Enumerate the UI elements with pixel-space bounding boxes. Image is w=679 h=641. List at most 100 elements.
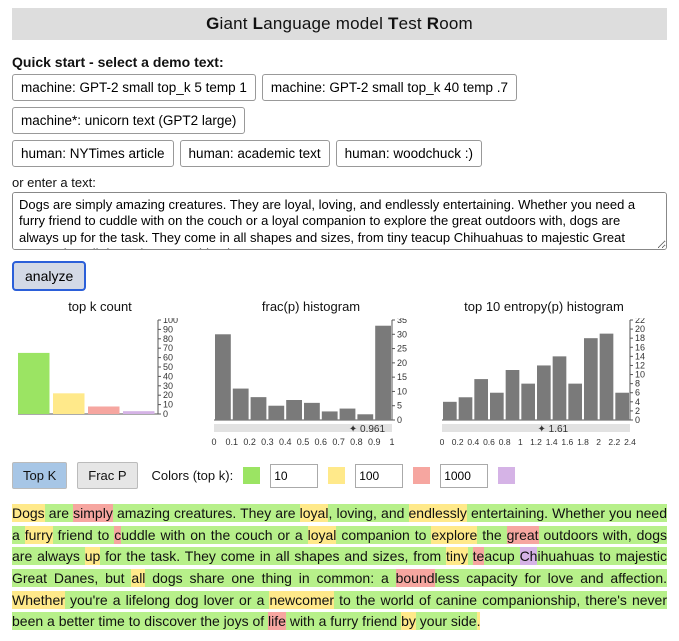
demo-button[interactable]: human: academic text <box>180 140 330 167</box>
token[interactable]: te <box>473 547 485 565</box>
token[interactable]: with a furry friend <box>286 612 401 630</box>
demo-button[interactable]: human: NYTimes article <box>12 140 174 167</box>
token[interactable]: loving, and <box>332 504 408 522</box>
token[interactable]: you're a lifelong dog lover or a <box>65 591 270 609</box>
token[interactable]: dogs share one thing in common: a <box>145 569 395 587</box>
tab-fracp[interactable]: Frac P <box>77 462 137 489</box>
chart-topk: top k count 0102030405060708090100 <box>12 299 188 422</box>
app-title: Giant Language model Test Room <box>12 8 667 40</box>
quick-start-label: Quick start - select a demo text: <box>12 54 667 70</box>
token[interactable]: loyal <box>300 504 329 522</box>
svg-text:0: 0 <box>397 415 402 425</box>
highlighted-text: Dogs are simply amazing creatures. They … <box>12 503 667 633</box>
token[interactable]: up <box>85 547 101 565</box>
svg-text:10: 10 <box>635 370 645 380</box>
demo-buttons-row: human: NYTimes article human: academic t… <box>12 140 667 167</box>
svg-text:12: 12 <box>635 360 645 370</box>
svg-text:90: 90 <box>163 324 173 334</box>
svg-text:1: 1 <box>518 437 523 447</box>
demo-button[interactable]: machine: GPT-2 small top_k 5 temp 1 <box>12 74 256 101</box>
token[interactable]: explore <box>431 526 477 544</box>
svg-text:2: 2 <box>596 437 601 447</box>
token[interactable]: for the task <box>100 547 176 565</box>
svg-text:1: 1 <box>389 437 394 447</box>
token[interactable]: friend to <box>53 526 115 544</box>
svg-text:10: 10 <box>397 386 407 396</box>
svg-text:15: 15 <box>397 372 407 382</box>
svg-text:50: 50 <box>163 362 173 372</box>
token[interactable]: tiny <box>446 547 468 565</box>
svg-text:✦ 1.61: ✦ 1.61 <box>537 424 568 435</box>
token[interactable]: Whether <box>12 591 65 609</box>
token[interactable]: furry <box>25 526 53 544</box>
token[interactable]: your side <box>416 612 477 630</box>
svg-text:10: 10 <box>163 400 173 410</box>
chart-title: top k count <box>68 299 132 314</box>
svg-text:20: 20 <box>163 390 173 400</box>
colors-label: Colors (top k): <box>152 468 234 483</box>
token[interactable]: great <box>507 526 539 544</box>
token[interactable]: life <box>268 612 286 630</box>
svg-text:8: 8 <box>635 379 640 389</box>
token[interactable]: acup <box>484 547 519 565</box>
svg-text:0: 0 <box>440 437 445 447</box>
token[interactable]: companion to <box>336 526 431 544</box>
token[interactable]: endlessly <box>409 504 467 522</box>
svg-text:30: 30 <box>397 329 407 339</box>
svg-text:2.4: 2.4 <box>624 437 636 447</box>
chart-title: frac(p) histogram <box>262 299 360 314</box>
svg-text:25: 25 <box>397 344 407 354</box>
token[interactable]: less capacity for love and affection. <box>435 569 667 587</box>
swatch-purple <box>498 467 515 484</box>
token[interactable]: entertaining <box>467 504 544 522</box>
svg-text:0.8: 0.8 <box>499 437 511 447</box>
analyze-button[interactable]: analyze <box>12 261 86 291</box>
token[interactable]: . They come in all shapes and sizes, fro… <box>176 547 446 565</box>
svg-text:0.4: 0.4 <box>279 437 292 447</box>
token[interactable]: the <box>477 526 506 544</box>
demo-button[interactable]: machine*: unicorn text (GPT2 large) <box>12 107 245 134</box>
token[interactable]: Ch <box>520 547 538 565</box>
token[interactable]: . <box>477 612 481 630</box>
svg-text:0: 0 <box>211 437 216 447</box>
token[interactable]: by <box>401 612 416 630</box>
token[interactable]: are <box>45 504 73 522</box>
demo-button[interactable]: machine: GPT-2 small top_k 40 temp .7 <box>262 74 517 101</box>
token[interactable]: simply <box>73 504 113 522</box>
svg-text:20: 20 <box>397 358 407 368</box>
token[interactable] <box>468 547 473 565</box>
svg-text:80: 80 <box>163 334 173 344</box>
svg-text:0.9: 0.9 <box>368 437 381 447</box>
svg-text:22: 22 <box>635 318 645 325</box>
swatch-green <box>243 467 260 484</box>
token[interactable]: Dogs <box>12 504 45 522</box>
token[interactable]: all <box>131 569 145 587</box>
chart-entropy: top 10 entropy(p) histogram 024681012141… <box>434 299 654 448</box>
swatch-yellow <box>328 467 345 484</box>
demo-buttons-row: machine: GPT-2 small top_k 5 temp 1 mach… <box>12 74 667 134</box>
svg-text:1.2: 1.2 <box>530 437 542 447</box>
charts-row: top k count 0102030405060708090100 frac(… <box>12 299 667 448</box>
text-input[interactable] <box>12 192 667 250</box>
threshold-1-input[interactable] <box>270 464 318 488</box>
svg-text:0.1: 0.1 <box>226 437 239 447</box>
threshold-2-input[interactable] <box>355 464 403 488</box>
token[interactable]: bound <box>396 569 435 587</box>
svg-text:14: 14 <box>635 351 645 361</box>
svg-text:16: 16 <box>635 342 645 352</box>
svg-text:0.2: 0.2 <box>243 437 256 447</box>
svg-text:0.8: 0.8 <box>350 437 363 447</box>
svg-text:0.7: 0.7 <box>332 437 345 447</box>
demo-button[interactable]: human: woodchuck :) <box>336 140 482 167</box>
chart-title: top 10 entropy(p) histogram <box>464 299 624 314</box>
svg-text:35: 35 <box>397 318 407 325</box>
token[interactable]: amazing creatures <box>113 504 233 522</box>
token[interactable]: newcomer <box>269 591 334 609</box>
token[interactable]: . They are <box>232 504 299 522</box>
tab-topk[interactable]: Top K <box>12 462 67 489</box>
swatch-red <box>413 467 430 484</box>
chart-fracp: frac(p) histogram 05101520253035✦ 0.9610… <box>206 299 416 448</box>
token[interactable]: loyal <box>308 526 337 544</box>
token[interactable]: uddle with on the couch or a <box>121 526 307 544</box>
threshold-3-input[interactable] <box>440 464 488 488</box>
